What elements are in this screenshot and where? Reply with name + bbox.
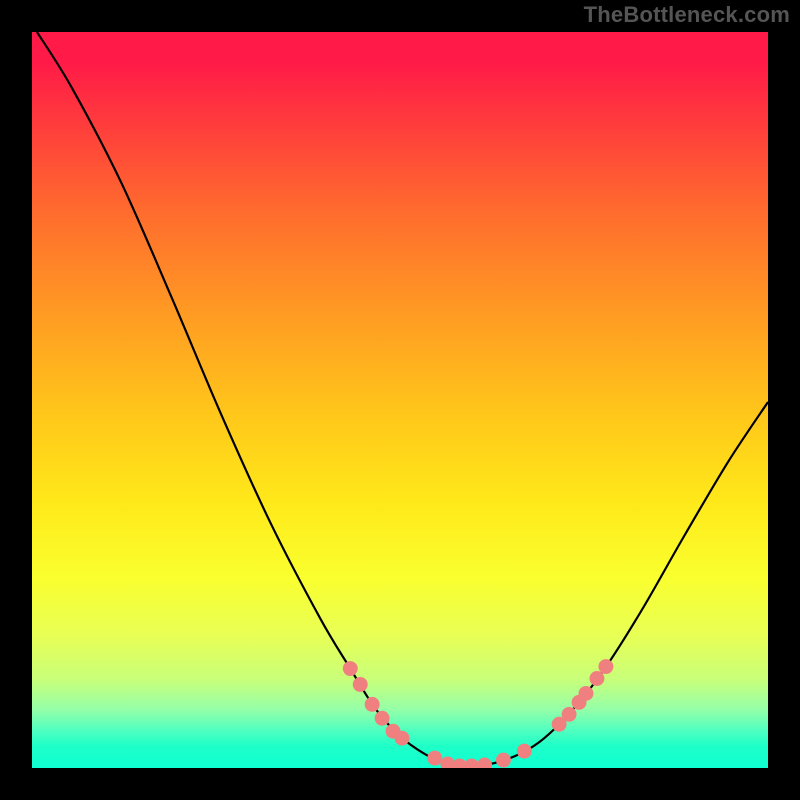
curve-marker bbox=[477, 758, 492, 768]
curve-marker bbox=[598, 659, 613, 674]
curve-markers bbox=[343, 659, 614, 768]
curve-marker bbox=[343, 661, 358, 676]
bottleneck-curve bbox=[37, 32, 768, 766]
curve-marker bbox=[427, 751, 442, 766]
curve-marker bbox=[589, 671, 604, 686]
curve-marker bbox=[579, 686, 594, 701]
curve-marker bbox=[562, 707, 577, 722]
curve-marker bbox=[496, 753, 511, 768]
curve-marker bbox=[375, 711, 390, 726]
plot-frame bbox=[30, 30, 770, 770]
curve-marker bbox=[395, 731, 410, 746]
curve-marker bbox=[464, 759, 479, 768]
chart-svg bbox=[32, 32, 768, 768]
curve-marker bbox=[353, 677, 368, 692]
curve-marker bbox=[517, 744, 532, 759]
curve-marker bbox=[365, 697, 380, 712]
watermark-text: TheBottleneck.com bbox=[584, 2, 790, 28]
